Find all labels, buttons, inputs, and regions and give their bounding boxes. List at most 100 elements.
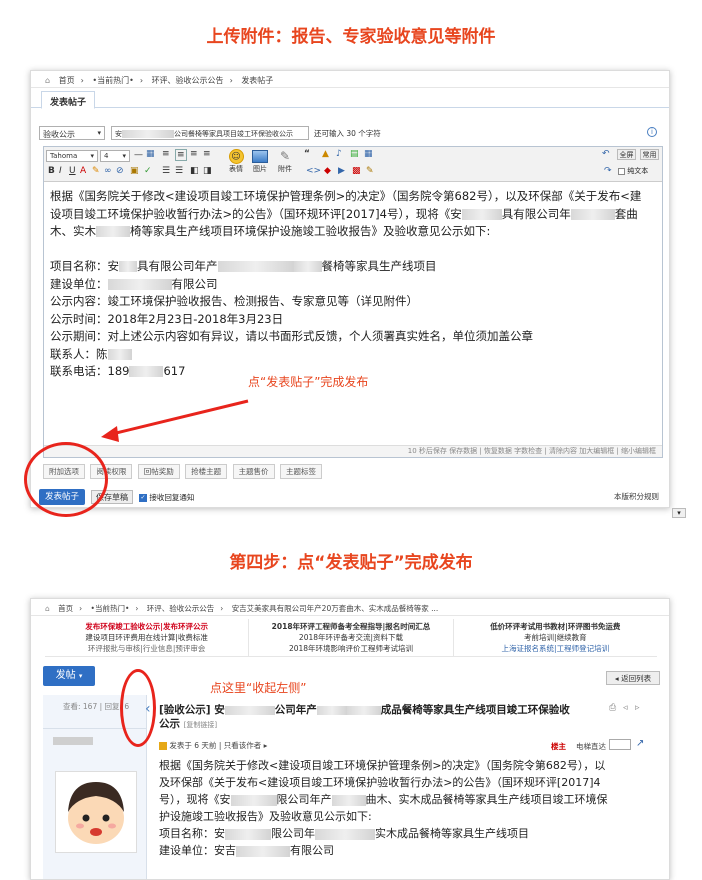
print-icon[interactable]: ⎙ <box>609 703 616 713</box>
plaintext-toggle[interactable]: 纯文本 <box>618 166 648 176</box>
info-icon[interactable]: i <box>647 127 657 137</box>
crumb-home[interactable]: 首页 <box>59 76 75 85</box>
size-select[interactable]: 4 ▾ <box>100 150 130 162</box>
align-right-icon[interactable]: ≡ <box>190 149 198 159</box>
jump-floor-input[interactable] <box>609 739 631 750</box>
float-right-icon[interactable]: ◨ <box>203 166 212 176</box>
step4-title: 第四步：点“发表贴子”完成发布 <box>229 553 473 573</box>
italic-icon[interactable]: I <box>59 166 62 176</box>
float-left-icon[interactable]: ◧ <box>190 166 199 176</box>
online-icon <box>159 742 167 750</box>
hr-icon[interactable]: — <box>134 150 143 160</box>
table2-icon[interactable]: ▦ <box>364 149 373 159</box>
list-ordered-icon[interactable]: ☰ <box>162 166 170 176</box>
option-topic-tags[interactable]: 主题标签 <box>279 464 322 479</box>
paperclip-icon: ✎ <box>279 149 291 163</box>
editor-statusbar: 10 秒后保存 保存数据 | 恢复数据 字数检查 | 清除内容 加大编辑框 | … <box>44 445 662 457</box>
receive-reply-toggle[interactable]: ✓ 接收回复通知 <box>139 492 194 503</box>
post-editor-panel: ⌂ 首页 › •当前热门• › 环评、验收公示公告 › 发表帖子 发表帖子 验收公示 ▾… <box>30 70 670 508</box>
avatar[interactable] <box>55 771 137 853</box>
subject-input[interactable]: 安公司餐椅等家具项目竣工环保验收公示 <box>111 126 309 140</box>
chevron-left-icon: ◂ <box>614 674 619 683</box>
redo-icon[interactable]: ↷ <box>604 166 612 176</box>
smiley-icon: ☺ <box>228 149 244 164</box>
pen-icon[interactable]: ✎ <box>366 166 374 176</box>
promo-link[interactable]: 考前培训|继续教育 <box>454 632 657 643</box>
fullscreen-button[interactable]: 全屏 <box>617 149 636 160</box>
clean-icon[interactable]: ✓ <box>144 166 152 176</box>
image-button[interactable]: 图片 <box>250 149 270 174</box>
crumb-forum[interactable]: 环评、验收公示公告 <box>147 604 215 613</box>
tab-bar: 发表帖子 <box>31 88 669 109</box>
go-arrow-icon[interactable]: ↗ <box>636 738 644 749</box>
annotation-submit: 点“发表贴子”完成发布 <box>248 375 369 389</box>
code-icon[interactable]: <> <box>306 166 321 176</box>
forum-rules-link[interactable]: 本版积分规则 <box>614 491 659 502</box>
attach-button[interactable]: ✎ 附件 <box>274 149 296 174</box>
editor-content[interactable]: 根据《国务院关于修改<建设项目竣工环境保护管理条例>的决定》（国务院令第682号… <box>44 182 662 387</box>
free-icon[interactable]: ▤ <box>350 149 359 159</box>
undo-icon[interactable]: ↶ <box>602 149 610 159</box>
quote-icon[interactable]: “ <box>304 149 310 159</box>
rich-text-editor: Tahoma ▾ 4 ▾ — ▦ ≡ ≡ ≡ ≡ B I U A ✎ ∞ ⊘ ▣ ✓… <box>43 146 663 458</box>
option-reply-reward[interactable]: 回帖奖励 <box>137 464 180 479</box>
annotation-collapse: 点这里“收起左侧” <box>210 681 307 695</box>
emoji-button[interactable]: ☺ 表情 <box>226 149 246 174</box>
checked-box-icon[interactable]: ✓ <box>139 494 147 502</box>
prev-thread-icon[interactable]: ◃ <box>623 703 628 713</box>
avatar-face-icon <box>68 782 124 844</box>
option-floor-topic[interactable]: 抢楼主题 <box>185 464 228 479</box>
home-icon[interactable]: ⌂ <box>45 604 50 613</box>
crumb-forum[interactable]: 环评、验收公示公告 <box>152 76 224 85</box>
image-icon <box>252 150 268 163</box>
highlight-ring-collapse <box>120 669 156 747</box>
highlight-icon[interactable]: ✎ <box>92 166 100 176</box>
promo-link[interactable]: 发布环保竣工验收公示|发布环评公示 <box>45 621 248 632</box>
unlink-icon[interactable]: ⊘ <box>116 166 124 176</box>
lock-icon[interactable]: ▲ <box>322 149 329 159</box>
common-button[interactable]: 常用 <box>640 149 659 160</box>
copy-link[interactable]: [复制链接] <box>184 721 217 729</box>
promo-link[interactable]: 环评报批与审核|行业信息|预评审会 <box>45 643 248 654</box>
table-icon[interactable]: ▦ <box>146 149 155 159</box>
promo-link[interactable]: 2018年环评备考交流|资料下载 <box>249 632 452 643</box>
home-icon[interactable]: ⌂ <box>45 76 50 85</box>
jump-floor-label: 电梯直达 <box>576 742 606 751</box>
crumb-hot[interactable]: •当前热门• <box>91 604 130 613</box>
scroll-arrow-icon[interactable]: ▾ <box>672 508 686 518</box>
paste-icon[interactable]: ▣ <box>130 166 139 176</box>
indent-icon[interactable]: ≡ <box>203 149 211 159</box>
underline-icon[interactable]: U <box>69 166 76 176</box>
video-icon[interactable]: ▶ <box>338 166 345 176</box>
promo-link[interactable]: 上海证报名系统|工程师登记培训 <box>454 643 657 654</box>
promo-link[interactable]: 2018年环境影响评价工程师考试培训 <box>249 643 452 654</box>
category-select[interactable]: 验收公示 ▾ <box>39 126 105 140</box>
return-list-button[interactable]: ◂ 返回列表 <box>606 671 660 685</box>
hide-icon[interactable]: ▩ <box>352 166 361 176</box>
crumb-current: 发表帖子 <box>241 76 274 85</box>
post-body: 根据《国务院关于修改<建设项目竣工环境保护管理条例>的决定》（国务院令第682号… <box>159 759 608 857</box>
link-icon[interactable]: ∞ <box>104 166 112 176</box>
thread-title: [验收公示] 安公司年产 成品餐椅等家具生产线项目竣工环保验收 公示 [复制链接] <box>159 704 570 730</box>
flash-icon[interactable]: ◆ <box>324 166 331 176</box>
crumb-home[interactable]: 首页 <box>58 604 73 613</box>
tab-new-post[interactable]: 发表帖子 <box>41 91 96 109</box>
bold-icon[interactable]: B <box>48 166 55 176</box>
font-select[interactable]: Tahoma ▾ <box>46 150 98 162</box>
thread-view-panel: ⌂ 首页 › •当前热门• › 环评、验收公示公告 › 安吉艾美家具有限公司年产20万… <box>30 598 670 880</box>
font-color-icon[interactable]: A <box>80 166 86 176</box>
align-center-icon[interactable]: ≡ <box>175 149 187 161</box>
promo-link[interactable]: 低价环评考试用书教材|环评图书免运费 <box>454 621 657 632</box>
checkbox[interactable] <box>618 167 625 175</box>
list-bullet-icon[interactable]: ☰ <box>175 166 183 176</box>
next-thread-icon[interactable]: ▹ <box>635 703 640 713</box>
char-count-hint: 还可输入 30 个字符 <box>314 129 381 138</box>
promo-link[interactable]: 2018年环评工程师备考全程指导|报名时间汇总 <box>249 621 452 632</box>
audio-icon[interactable]: ♪ <box>336 149 342 159</box>
promo-link[interactable]: 建设项目环评费用在线计算|收费标准 <box>45 632 248 643</box>
new-post-button[interactable]: 发帖 ▾ <box>43 666 95 686</box>
chevron-down-icon: ▾ <box>97 129 101 137</box>
crumb-hot[interactable]: •当前热门• <box>92 76 133 85</box>
option-topic-price[interactable]: 主题售价 <box>232 464 275 479</box>
align-left-icon[interactable]: ≡ <box>162 149 170 159</box>
